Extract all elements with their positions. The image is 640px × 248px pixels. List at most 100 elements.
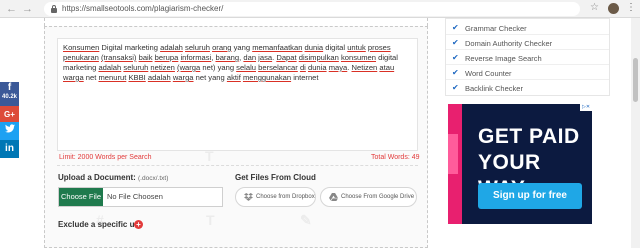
- add-url-icon[interactable]: +: [134, 220, 143, 229]
- flagged-word: dan: [243, 53, 257, 62]
- linkedin-icon: in: [5, 143, 14, 154]
- google-drive-button[interactable]: Choose From Google Drive: [320, 187, 417, 207]
- flagged-word: KBBI: [128, 73, 146, 82]
- watermark-glyph: ✎: [300, 212, 312, 228]
- watermark-glyph: T: [206, 212, 215, 228]
- flagged-word: (warga: [177, 63, 201, 72]
- flagged-word: informasi: [180, 53, 212, 62]
- cloud-title: Get Files From Cloud: [235, 173, 316, 182]
- check-icon: ✔: [452, 68, 459, 77]
- sidebar-item-grammar-checker[interactable]: ✔ Grammar Checker: [446, 22, 609, 35]
- flagged-word: penukaran: [63, 53, 99, 62]
- flagged-word: berselancar: [258, 63, 298, 72]
- sidebar-item-word-counter[interactable]: ✔ Word Counter: [446, 67, 609, 80]
- choose-file-button[interactable]: Choose File: [59, 188, 103, 206]
- flagged-word: dunia: [304, 43, 324, 52]
- browser-toolbar: ← → https://smallseotools.com/plagiarism…: [0, 0, 640, 18]
- linkedin-share-button[interactable]: in: [0, 140, 19, 158]
- file-name-text: No File Choosen: [107, 192, 163, 201]
- flagged-word: (transaksi): [101, 53, 137, 62]
- check-icon: ✔: [452, 38, 459, 47]
- text-segment: net yang: [193, 73, 227, 82]
- facebook-icon: f: [7, 82, 12, 93]
- flagged-word: untuk: [347, 43, 366, 52]
- flagged-word: disimpulkan: [298, 53, 339, 62]
- flagged-word: netizen: [150, 63, 175, 72]
- flagged-word: orang: [212, 43, 232, 52]
- dropbox-icon: [244, 188, 253, 208]
- profile-avatar[interactable]: [608, 3, 619, 14]
- check-icon: ✔: [452, 83, 459, 92]
- file-upload-field[interactable]: Choose File No File Choosen: [58, 187, 223, 207]
- flagged-word: seluruh: [185, 43, 210, 52]
- text-segment: Digital marketing: [99, 43, 161, 52]
- flagged-word: selalu: [236, 63, 256, 72]
- page-scrollbar[interactable]: [631, 18, 640, 248]
- upload-hint: (.docx/.txt): [138, 175, 169, 182]
- google-drive-label: Choose From Google Drive: [341, 194, 415, 200]
- text-segment: yang: [231, 43, 253, 52]
- text-segment: net: [83, 73, 99, 82]
- exclude-url-label: Exclude a specific url: [58, 220, 140, 229]
- sidebar-item-label: Reverse Image Search: [465, 54, 542, 63]
- browser-menu-icon[interactable]: ⋮: [626, 2, 636, 14]
- check-icon: ✔: [452, 23, 459, 32]
- frame-top: [44, 18, 428, 26]
- twitter-icon: [0, 122, 19, 140]
- flagged-word: Netizen: [351, 63, 378, 72]
- flagged-word: proses: [367, 43, 391, 52]
- flagged-word: aktif: [226, 73, 241, 82]
- upload-title-label: Upload a Document:: [58, 173, 136, 182]
- address-bar[interactable]: https://smallseotools.com/plagiarism-che…: [44, 2, 580, 16]
- flagged-word: Dapat: [276, 53, 297, 62]
- sidebar-item-reverse-image-search[interactable]: ✔ Reverse Image Search: [446, 52, 609, 65]
- facebook-share-button[interactable]: f 40.2k: [0, 82, 19, 106]
- input-text: Konsumen Digital marketing adalah seluru…: [63, 43, 415, 83]
- flagged-word: menggunakan: [242, 73, 292, 82]
- lock-icon: [51, 5, 57, 13]
- sidebar-item-backlink-checker[interactable]: ✔ Backlink Checker: [446, 82, 609, 95]
- upload-title: Upload a Document: (.docx/.txt): [58, 173, 168, 182]
- check-icon: ✔: [452, 53, 459, 62]
- flagged-word: atau: [379, 63, 395, 72]
- forward-icon[interactable]: →: [22, 2, 33, 16]
- text-segment: internet: [291, 73, 319, 82]
- facebook-share-count: 40.2k: [1, 94, 17, 100]
- word-limit-text: Limit: 2000 Words per Search: [59, 154, 152, 161]
- sidebar-item-label: Grammar Checker: [465, 24, 527, 33]
- dropbox-label: Choose from Dropbox: [256, 194, 315, 200]
- flagged-word: jasa: [258, 53, 273, 62]
- flagged-word: konsumen: [340, 53, 377, 62]
- flagged-word: berupa: [154, 53, 179, 62]
- sidebar-item-label: Backlink Checker: [465, 84, 523, 93]
- twitter-share-button[interactable]: [0, 122, 19, 140]
- text-segment: net) yang: [200, 63, 237, 72]
- scrollbar-thumb[interactable]: [633, 58, 638, 102]
- flagged-word: memanfaatkan: [252, 43, 303, 52]
- flagged-word: dunia: [307, 63, 327, 72]
- flagged-word: warga: [63, 73, 84, 82]
- bookmark-star-icon[interactable]: ☆: [590, 2, 599, 13]
- back-icon[interactable]: ←: [6, 2, 17, 16]
- flagged-word: menurut: [98, 73, 127, 82]
- flagged-word: barang: [215, 53, 240, 62]
- ad-signup-button[interactable]: Sign up for free: [478, 183, 582, 209]
- text-input-area[interactable]: Konsumen Digital marketing adalah seluru…: [57, 38, 418, 151]
- sidebar-item-label: Word Counter: [465, 69, 512, 78]
- sidebar-item-label: Domain Authority Checker: [465, 39, 553, 48]
- advertisement-banner[interactable]: ▷✕ GET PAID YOUR WAY Sign up for free: [448, 104, 592, 224]
- ad-accent-stripe: [448, 134, 458, 174]
- flagged-word: adalah: [98, 63, 122, 72]
- flagged-word: maya: [328, 63, 348, 72]
- url-text: https://smallseotools.com/plagiarism-che…: [62, 4, 224, 13]
- google-drive-icon: [329, 188, 338, 208]
- text-segment: digital: [323, 43, 348, 52]
- flagged-word: baik: [138, 53, 153, 62]
- flagged-word: seluruh: [123, 63, 149, 72]
- adchoices-icon[interactable]: ▷✕: [580, 104, 592, 111]
- flagged-word: Konsumen: [63, 43, 100, 52]
- dropbox-button[interactable]: Choose from Dropbox: [235, 187, 316, 207]
- total-words-text: Total Words: 49: [371, 154, 420, 161]
- sidebar-item-domain-authority-checker[interactable]: ✔ Domain Authority Checker: [446, 37, 609, 50]
- related-tools-list: ✔ Grammar Checker ✔ Domain Authority Che…: [445, 18, 610, 96]
